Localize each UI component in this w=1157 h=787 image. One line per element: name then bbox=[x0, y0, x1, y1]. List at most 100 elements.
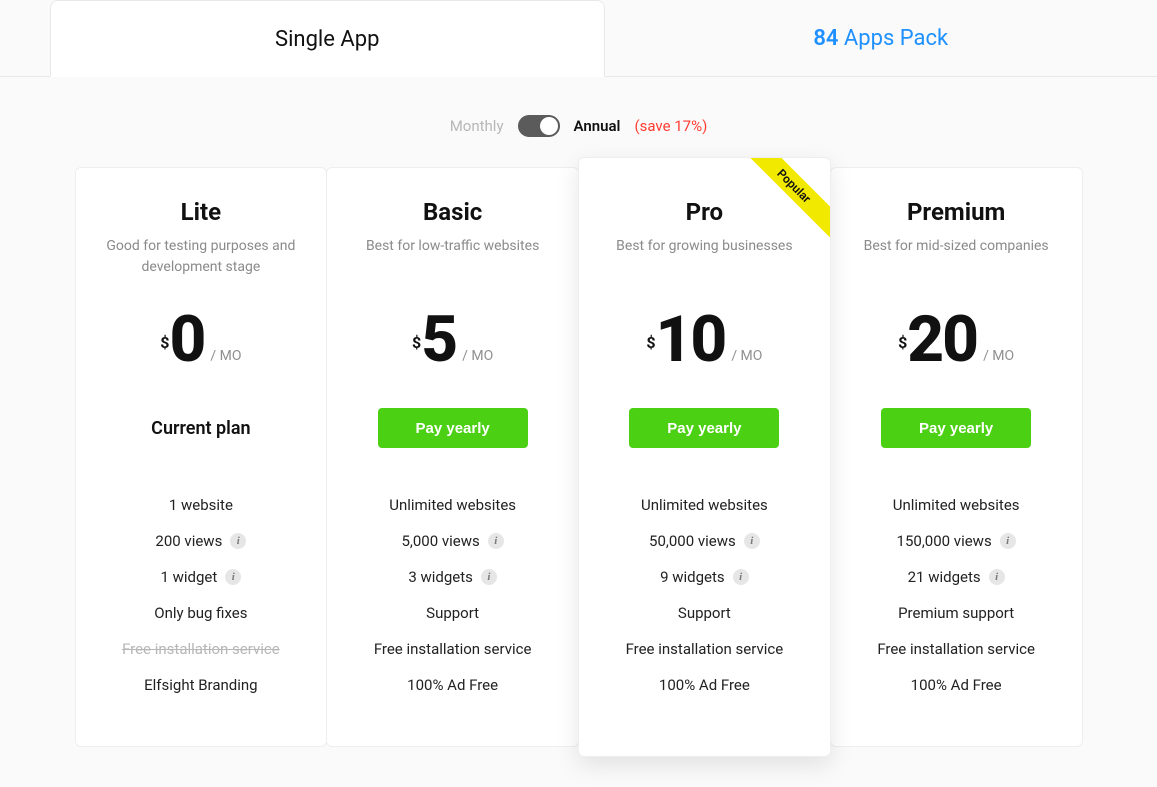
feature-text: Premium support bbox=[898, 604, 1014, 622]
feature-text: Unlimited websites bbox=[893, 496, 1020, 514]
tab-single-app-label: Single App bbox=[275, 27, 379, 52]
apps-pack-count: 84 bbox=[813, 26, 838, 51]
plan-tagline: Best for mid-sized companies bbox=[849, 236, 1064, 278]
feature-text: 150,000 views bbox=[897, 532, 992, 550]
plan-card-pro: PopularProBest for growing businesses$10… bbox=[578, 157, 831, 757]
info-icon[interactable]: i bbox=[488, 533, 504, 549]
info-icon[interactable]: i bbox=[744, 533, 760, 549]
plan-cta: Pay yearly bbox=[345, 408, 560, 448]
pay-yearly-button[interactable]: Pay yearly bbox=[881, 408, 1031, 448]
feature-item: Free installation service bbox=[597, 640, 812, 658]
plan-price: $5 / MO bbox=[345, 308, 560, 372]
feature-item: 1 website bbox=[94, 496, 309, 514]
plan-tagline: Good for testing purposes and developmen… bbox=[94, 236, 309, 278]
feature-text: 200 views bbox=[155, 532, 222, 550]
billing-save-label: (save 17%) bbox=[634, 117, 707, 135]
info-icon[interactable]: i bbox=[989, 569, 1005, 585]
apps-pack-label-text: Apps Pack bbox=[844, 26, 948, 51]
feature-text: 50,000 views bbox=[649, 532, 736, 550]
info-icon[interactable]: i bbox=[225, 569, 241, 585]
plan-name: Basic bbox=[345, 198, 560, 226]
currency-symbol: $ bbox=[160, 333, 169, 352]
info-icon[interactable]: i bbox=[1000, 533, 1016, 549]
info-icon[interactable]: i bbox=[733, 569, 749, 585]
billing-toggle-row: Monthly Annual (save 17%) bbox=[0, 77, 1157, 167]
popular-ribbon-label: Popular bbox=[742, 158, 830, 243]
billing-annual-label[interactable]: Annual bbox=[574, 117, 621, 135]
feature-text: Free installation service bbox=[626, 640, 784, 658]
feature-item: Support bbox=[597, 604, 812, 622]
price-period: / MO bbox=[462, 348, 493, 364]
plans-grid: Lite Good for testing purposes and develo… bbox=[75, 167, 1083, 747]
feature-item: Unlimited websites bbox=[345, 496, 560, 514]
billing-monthly-label[interactable]: Monthly bbox=[450, 117, 504, 135]
feature-text: Unlimited websites bbox=[641, 496, 768, 514]
feature-item: 50,000 views i bbox=[597, 532, 812, 550]
feature-item: 100% Ad Free bbox=[345, 676, 560, 694]
feature-text: Only bug fixes bbox=[154, 604, 247, 622]
tab-apps-pack[interactable]: 84 Apps Pack bbox=[605, 0, 1157, 76]
feature-item: Premium support bbox=[849, 604, 1064, 622]
feature-item: 100% Ad Free bbox=[597, 676, 812, 694]
plan-features: Unlimited websites 5,000 views i 3 widgets i… bbox=[345, 496, 560, 694]
plan-card-lite: Lite Good for testing purposes and develo… bbox=[75, 167, 328, 747]
price-period: / MO bbox=[731, 348, 762, 364]
feature-text: Free installation service bbox=[374, 640, 532, 658]
feature-item: Elfsight Branding bbox=[94, 676, 309, 694]
currency-symbol: $ bbox=[412, 333, 421, 352]
price-value: 0 bbox=[169, 308, 204, 372]
feature-item: 1 widget i bbox=[94, 568, 309, 586]
price-period: / MO bbox=[983, 348, 1014, 364]
feature-item: Free installation service bbox=[345, 640, 560, 658]
tab-single-app[interactable]: Single App bbox=[50, 0, 605, 77]
feature-text: 1 website bbox=[169, 496, 233, 514]
plan-name: Lite bbox=[94, 198, 309, 226]
plan-cta: Current plan bbox=[94, 408, 309, 448]
feature-text: Support bbox=[426, 604, 479, 622]
feature-text: 9 widgets bbox=[660, 568, 725, 586]
feature-text: Elfsight Branding bbox=[144, 676, 257, 694]
feature-text: 100% Ad Free bbox=[659, 676, 750, 694]
popular-ribbon: Popular bbox=[742, 158, 830, 246]
toggle-knob bbox=[540, 117, 558, 135]
current-plan-label: Current plan bbox=[151, 418, 250, 439]
feature-item: Unlimited websites bbox=[849, 496, 1064, 514]
info-icon[interactable]: i bbox=[481, 569, 497, 585]
pay-yearly-button[interactable]: Pay yearly bbox=[378, 408, 528, 448]
plan-price: $20 / MO bbox=[849, 308, 1064, 372]
plan-name: Premium bbox=[849, 198, 1064, 226]
feature-text: 100% Ad Free bbox=[407, 676, 498, 694]
feature-text: 3 widgets bbox=[408, 568, 473, 586]
info-icon[interactable]: i bbox=[230, 533, 246, 549]
feature-text: Free installation service bbox=[877, 640, 1035, 658]
plan-features: 1 website 200 views i 1 widget i Only bug fix… bbox=[94, 496, 309, 694]
price-value: 20 bbox=[907, 308, 977, 372]
feature-item: 5,000 views i bbox=[345, 532, 560, 550]
plan-cta: Pay yearly bbox=[849, 408, 1064, 448]
price-value: 10 bbox=[656, 308, 726, 372]
feature-text: Unlimited websites bbox=[389, 496, 516, 514]
plan-features: Unlimited websites150,000 viewsi21 widge… bbox=[849, 496, 1064, 694]
feature-item: 200 views i bbox=[94, 532, 309, 550]
feature-item: 3 widgets i bbox=[345, 568, 560, 586]
price-value: 5 bbox=[421, 308, 456, 372]
plan-price: $10/ MO bbox=[597, 308, 812, 372]
currency-symbol: $ bbox=[898, 333, 907, 352]
plan-cta: Pay yearly bbox=[597, 408, 812, 448]
plan-card-basic: Basic Best for low-traffic websites $5 / MO… bbox=[326, 167, 579, 747]
feature-text: 5,000 views bbox=[401, 532, 479, 550]
feature-text: Free installation service bbox=[122, 640, 280, 658]
feature-item: 9 widgets i bbox=[597, 568, 812, 586]
feature-item: Support bbox=[345, 604, 560, 622]
pricing-tabs: Single App 84 Apps Pack bbox=[0, 0, 1157, 77]
pay-yearly-button[interactable]: Pay yearly bbox=[629, 408, 779, 448]
feature-item: Unlimited websites bbox=[597, 496, 812, 514]
feature-text: 100% Ad Free bbox=[911, 676, 1002, 694]
feature-item: 21 widgetsi bbox=[849, 568, 1064, 586]
plan-tagline: Best for low-traffic websites bbox=[345, 236, 560, 278]
feature-item: Free installation service bbox=[849, 640, 1064, 658]
feature-text: 1 widget bbox=[160, 568, 217, 586]
feature-text: Support bbox=[678, 604, 731, 622]
billing-toggle[interactable] bbox=[518, 115, 560, 137]
price-period: / MO bbox=[210, 348, 241, 364]
